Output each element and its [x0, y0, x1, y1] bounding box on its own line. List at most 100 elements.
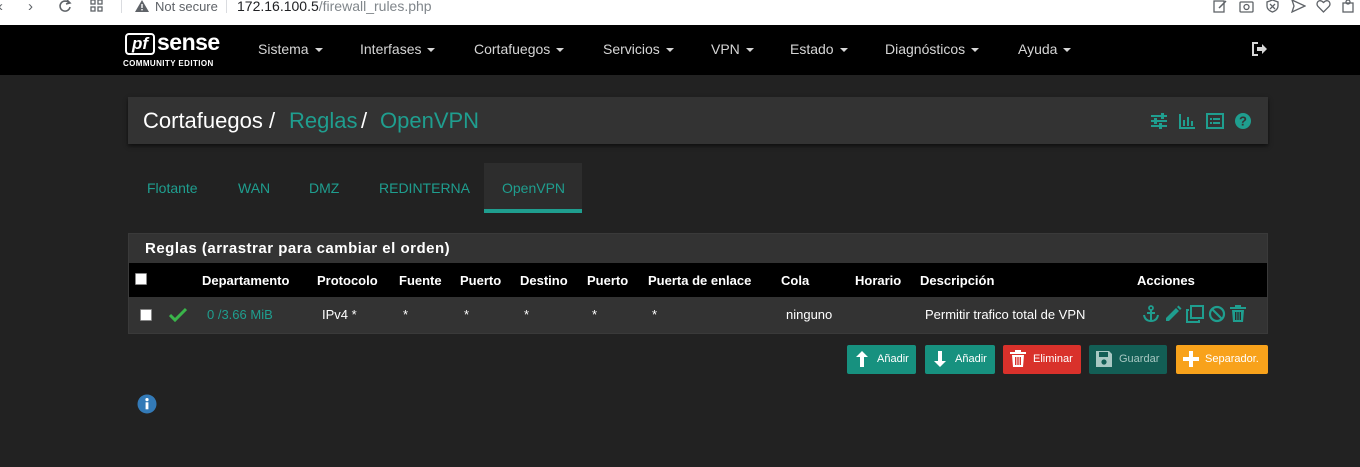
table-header: Departamento Protocolo Fuente Puerto Des…	[129, 263, 1267, 297]
column-header[interactable]: Cola	[781, 273, 809, 288]
nav-label: Servicios	[603, 41, 660, 57]
column-header[interactable]: Puerto	[587, 273, 628, 288]
column-header[interactable]: Destino	[520, 273, 568, 288]
nav-item-servicios[interactable]: Servicios	[603, 41, 674, 57]
queue-cell: ninguno	[786, 307, 833, 322]
breadcrumb-separator: /	[269, 108, 276, 133]
description-cell: Permitir trafico total de VPN	[925, 307, 1086, 322]
apps-icon[interactable]	[90, 0, 104, 13]
reload-icon[interactable]	[58, 0, 72, 13]
rules-panel: Reglas (arrastrar para cambiar el orden)…	[128, 233, 1268, 334]
logo-wordmark: sense	[157, 29, 220, 55]
panel-heading: Reglas (arrastrar para cambiar el orden)	[129, 234, 1267, 263]
breadcrumb-reglas-link[interactable]: Reglas	[289, 108, 357, 134]
panel-title: Reglas (arrastrar para cambiar el orden)	[145, 240, 451, 257]
button-label: Separador.	[1205, 353, 1259, 365]
trash-icon	[1010, 350, 1026, 367]
column-header[interactable]: Departamento	[202, 273, 289, 288]
anchor-icon[interactable]	[1142, 305, 1160, 323]
column-header[interactable]: Protocolo	[317, 273, 378, 288]
info-icon[interactable]	[137, 394, 157, 414]
back-icon[interactable]: ‹	[0, 0, 3, 14]
caret-down-icon	[839, 48, 848, 53]
send-icon[interactable]	[1291, 0, 1306, 13]
nav-item-ayuda[interactable]: Ayuda	[1018, 41, 1072, 57]
nav-label: VPN	[711, 41, 740, 57]
copy-icon[interactable]	[1186, 305, 1204, 323]
trash-icon[interactable]	[1229, 305, 1247, 323]
favorite-icon[interactable]	[1316, 0, 1331, 13]
column-header[interactable]: Horario	[855, 273, 901, 288]
browser-toolbar: ‹ › Not secure 172.16.100.5/firewall_rul…	[0, 0, 1360, 26]
caret-down-icon	[314, 48, 323, 53]
column-header[interactable]: Puerto	[460, 273, 501, 288]
bar-chart-icon[interactable]	[1178, 112, 1196, 130]
address-bar[interactable]: 172.16.100.5/firewall_rules.php	[237, 0, 432, 14]
edit-page-icon[interactable]	[1213, 0, 1228, 13]
shield-x-icon[interactable]	[1265, 0, 1280, 13]
select-all-checkbox[interactable]	[135, 273, 147, 285]
save-button[interactable]: Guardar	[1089, 345, 1167, 374]
caret-down-icon	[556, 48, 565, 53]
tab-redinterna[interactable]: REDINTERNA	[379, 180, 470, 196]
destination-cell: *	[524, 307, 530, 322]
nav-item-estado[interactable]: Estado	[790, 41, 848, 57]
add-separator-button[interactable]: Separador.	[1176, 345, 1268, 374]
breadcrumb-separator: /	[361, 108, 368, 133]
url-host: 172.16.100.5	[237, 0, 319, 14]
row-checkbox[interactable]	[140, 309, 152, 321]
nav-label: Estado	[790, 41, 834, 57]
url-path: /firewall_rules.php	[318, 0, 432, 14]
sliders-icon[interactable]	[1150, 112, 1168, 130]
button-label: Eliminar	[1033, 353, 1073, 365]
plus-icon	[1183, 351, 1199, 367]
tab-openvpn[interactable]: OpenVPN	[502, 180, 565, 196]
breadcrumb-root: Cortafuegos	[143, 108, 263, 133]
list-icon[interactable]	[1206, 112, 1224, 130]
nav-label: Interfases	[360, 41, 422, 57]
column-header[interactable]: Descripción	[920, 273, 994, 288]
column-header[interactable]: Fuente	[399, 273, 442, 288]
toolbar-divider	[121, 0, 122, 13]
nav-item-diagnosticos[interactable]: Diagnósticos	[885, 41, 980, 57]
arrow-down-icon	[934, 351, 946, 367]
caret-down-icon	[745, 48, 754, 53]
source-cell: *	[403, 307, 409, 322]
button-label: Guardar	[1119, 353, 1160, 365]
help-icon[interactable]: ?	[1234, 112, 1252, 130]
column-header: Acciones	[1137, 273, 1195, 288]
forward-icon[interactable]: ›	[28, 0, 33, 14]
tab-wan[interactable]: WAN	[238, 180, 270, 196]
add-bottom-button[interactable]: Añadir	[925, 345, 995, 374]
nav-item-interfases[interactable]: Interfases	[360, 41, 436, 57]
breadcrumb-openvpn-link[interactable]: OpenVPN	[380, 108, 479, 134]
destination-port-cell: *	[592, 307, 598, 322]
delete-button[interactable]: Eliminar	[1003, 345, 1081, 374]
button-label: Añadir	[877, 353, 909, 365]
disable-icon[interactable]	[1208, 305, 1226, 323]
warning-icon[interactable]	[134, 0, 150, 13]
states-link[interactable]: 0 /3.66 MiB	[207, 307, 273, 322]
extension-icon[interactable]	[1341, 0, 1356, 13]
column-header[interactable]: Puerta de enlace	[648, 273, 751, 288]
protocol-cell: IPv4 *	[322, 307, 357, 322]
sign-out-icon[interactable]	[1250, 41, 1268, 57]
pencil-icon[interactable]	[1164, 305, 1182, 323]
gateway-cell: *	[652, 307, 658, 322]
nav-label: Ayuda	[1018, 41, 1058, 57]
save-icon	[1096, 351, 1112, 367]
arrow-up-icon	[856, 351, 868, 367]
caret-down-icon	[1063, 48, 1072, 53]
screenshot-icon[interactable]	[1239, 0, 1254, 13]
button-label: Añadir	[955, 353, 987, 365]
check-icon[interactable]	[169, 307, 187, 322]
tab-dmz[interactable]: DMZ	[309, 180, 339, 196]
add-top-button[interactable]: Añadir	[847, 345, 916, 374]
url-divider	[226, 0, 227, 13]
nav-item-sistema[interactable]: Sistema	[258, 41, 323, 57]
security-label[interactable]: Not secure	[155, 0, 218, 14]
nav-item-vpn[interactable]: VPN	[711, 41, 754, 57]
table-row[interactable]: 0 /3.66 MiB IPv4 * * * * * * ninguno Per…	[129, 297, 1267, 333]
nav-item-cortafuegos[interactable]: Cortafuegos	[474, 41, 565, 57]
tab-flotante[interactable]: Flotante	[147, 180, 198, 196]
